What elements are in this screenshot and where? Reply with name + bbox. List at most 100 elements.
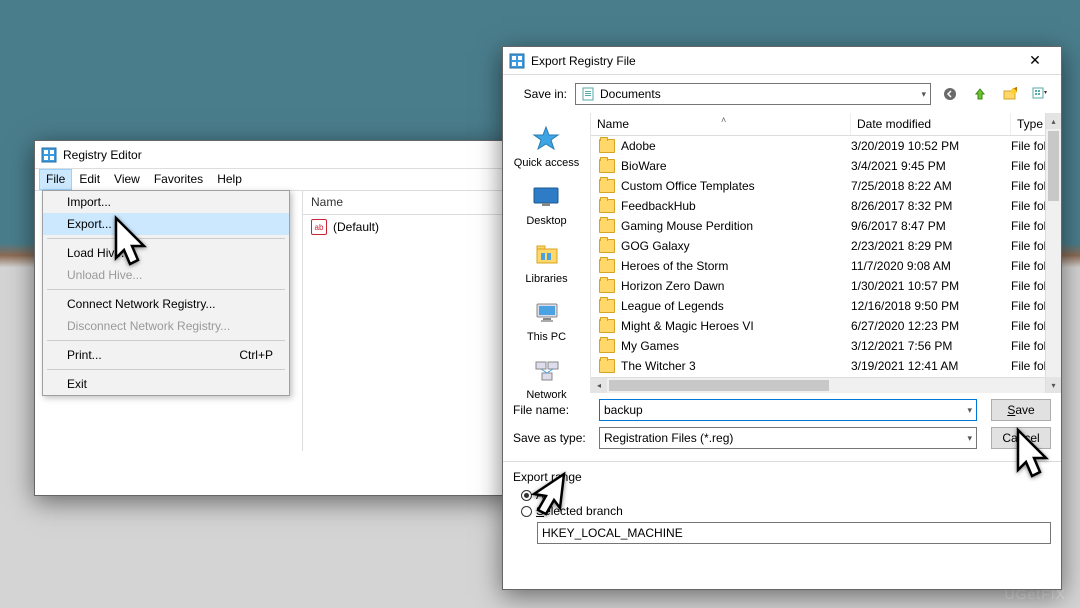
close-button[interactable]: ✕ (1015, 52, 1055, 69)
vscroll-thumb[interactable] (1048, 131, 1059, 201)
network-icon (531, 355, 563, 387)
folder-icon (599, 359, 615, 373)
save-as-type-label: Save as type: (513, 431, 591, 445)
regedit-values-pane: Name ab (Default) (303, 191, 511, 451)
scroll-up-icon[interactable]: ▴ (1046, 113, 1061, 129)
folder-icon (599, 159, 615, 173)
file-list-body[interactable]: Adobe3/20/2019 10:52 PMFile folBioWare3/… (591, 136, 1061, 377)
default-value-label: (Default) (333, 220, 379, 234)
file-row[interactable]: BioWare3/4/2021 9:45 PMFile fol (591, 156, 1061, 176)
file-row[interactable]: Adobe3/20/2019 10:52 PMFile fol (591, 136, 1061, 156)
menu-disconnect-network: Disconnect Network Registry... (43, 315, 289, 337)
quick-access-icon (530, 123, 562, 155)
hscroll-thumb[interactable] (609, 380, 829, 391)
menu-view[interactable]: View (107, 169, 147, 190)
save-button[interactable]: Save (991, 399, 1051, 421)
menu-unload-hive: Unload Hive... (43, 264, 289, 286)
menu-file[interactable]: File (39, 169, 72, 190)
back-icon[interactable] (941, 85, 959, 103)
regedit-menubar: File Edit View Favorites Help (35, 169, 511, 191)
chevron-down-icon: ▾ (967, 433, 972, 444)
file-list: Name ˄ Date modified Type Adobe3/20/2019… (591, 113, 1061, 393)
folder-icon (599, 299, 615, 313)
regedit-titlebar[interactable]: Registry Editor (35, 141, 511, 169)
regedit-icon (509, 53, 525, 69)
menu-connect-network[interactable]: Connect Network Registry... (43, 293, 289, 315)
export-main: Quick access Desktop Libraries This PC N… (503, 113, 1061, 393)
chevron-down-icon: ▾ (921, 89, 926, 100)
folder-icon (599, 219, 615, 233)
sidebar-libraries[interactable]: Libraries (525, 239, 567, 285)
folder-icon (599, 319, 615, 333)
vertical-scrollbar[interactable]: ▴ ▾ (1045, 113, 1061, 393)
menu-separator (47, 238, 285, 239)
sidebar-network[interactable]: Network (526, 355, 566, 401)
export-titlebar[interactable]: Export Registry File ✕ (503, 47, 1061, 75)
radio-selected-branch[interactable]: Selected branch (521, 504, 1051, 518)
file-name-input[interactable]: backup ▾ (599, 399, 977, 421)
radio-all[interactable]: All (521, 488, 1051, 502)
file-row[interactable]: FeedbackHub8/26/2017 8:32 PMFile fol (591, 196, 1061, 216)
menu-exit[interactable]: Exit (43, 373, 289, 395)
sidebar-quick-access[interactable]: Quick access (514, 123, 579, 169)
export-range-title: Export range (513, 470, 1051, 484)
file-row[interactable]: Gaming Mouse Perdition9/6/2017 8:47 PMFi… (591, 216, 1061, 236)
file-row[interactable]: GOG Galaxy2/23/2021 8:29 PMFile fol (591, 236, 1061, 256)
file-row[interactable]: League of Legends12/16/2018 9:50 PMFile … (591, 296, 1061, 316)
menu-load-hive[interactable]: Load Hive... (43, 242, 289, 264)
folder-icon (599, 179, 615, 193)
sidebar-desktop[interactable]: Desktop (526, 181, 566, 227)
col-date[interactable]: Date modified (851, 113, 1011, 135)
file-row[interactable]: Horizon Zero Dawn1/30/2021 10:57 PMFile … (591, 276, 1061, 296)
file-row[interactable]: Custom Office Templates7/25/2018 8:22 AM… (591, 176, 1061, 196)
menu-separator (47, 369, 285, 370)
default-value-row[interactable]: ab (Default) (303, 215, 511, 239)
cursor-pointer-icon (520, 464, 576, 527)
folder-icon (599, 199, 615, 213)
save-as-type-combo[interactable]: Registration Files (*.reg) ▾ (599, 427, 977, 449)
horizontal-scrollbar[interactable]: ◂ ▸ (591, 377, 1061, 393)
places-sidebar: Quick access Desktop Libraries This PC N… (503, 113, 591, 393)
export-dialog: Export Registry File ✕ Save in: Document… (502, 46, 1062, 590)
save-in-value: Documents (600, 87, 661, 101)
menu-help[interactable]: Help (210, 169, 249, 190)
file-row[interactable]: The Witcher 33/19/2021 12:41 AMFile fol (591, 356, 1061, 376)
menu-print[interactable]: Print...Ctrl+P (43, 344, 289, 366)
folder-icon (599, 259, 615, 273)
file-list-header: Name ˄ Date modified Type (591, 113, 1061, 136)
save-in-label: Save in: (513, 87, 567, 101)
values-col-name[interactable]: Name (303, 191, 511, 215)
regedit-title: Registry Editor (63, 148, 505, 162)
cursor-pointer-icon (98, 212, 154, 283)
menu-export[interactable]: Export... (43, 213, 289, 235)
folder-icon (599, 279, 615, 293)
file-name-label: File name: (513, 403, 591, 417)
sort-indicator-icon: ˄ (721, 115, 726, 125)
branch-input[interactable]: HKEY_LOCAL_MACHINE (537, 522, 1051, 544)
folder-icon (599, 339, 615, 353)
bottom-fields: File name: backup ▾ Save Save as type: R… (503, 393, 1061, 461)
new-folder-icon[interactable]: ✦ (1001, 85, 1019, 103)
view-menu-icon[interactable] (1031, 85, 1049, 103)
file-row[interactable]: Heroes of the Storm11/7/2020 9:08 AMFile… (591, 256, 1061, 276)
save-in-combo[interactable]: Documents ▾ (575, 83, 931, 105)
file-menu-dropdown: Import... Export... Load Hive... Unload … (42, 190, 290, 396)
sidebar-this-pc[interactable]: This PC (527, 297, 566, 343)
documents-icon (580, 86, 596, 102)
export-range-group: Export range All Selected branch HKEY_LO… (503, 461, 1061, 554)
save-in-row: Save in: Documents ▾ ✦ (503, 75, 1061, 113)
up-one-level-icon[interactable] (971, 85, 989, 103)
libraries-icon (531, 239, 563, 271)
menu-separator (47, 289, 285, 290)
chevron-down-icon: ▾ (967, 405, 972, 416)
export-title: Export Registry File (531, 54, 1015, 68)
menu-import[interactable]: Import... (43, 191, 289, 213)
string-value-icon: ab (311, 219, 327, 235)
scroll-left-icon[interactable]: ◂ (591, 378, 607, 393)
file-row[interactable]: Might & Magic Heroes VI6/27/2020 12:23 P… (591, 316, 1061, 336)
file-row[interactable]: My Games3/12/2021 7:56 PMFile fol (591, 336, 1061, 356)
menu-favorites[interactable]: Favorites (147, 169, 210, 190)
folder-icon (599, 239, 615, 253)
scroll-down-icon[interactable]: ▾ (1046, 377, 1061, 393)
menu-edit[interactable]: Edit (72, 169, 107, 190)
